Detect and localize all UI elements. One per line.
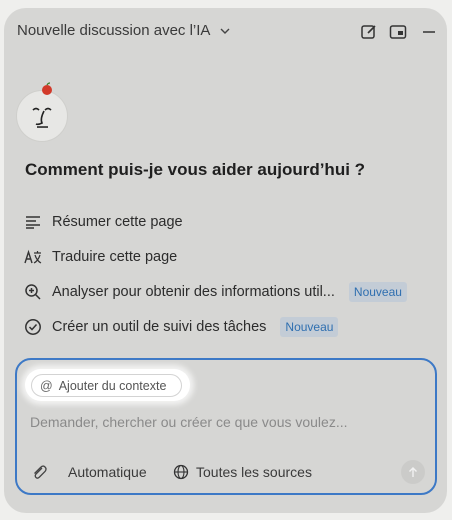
action-label: Traduire cette page [52, 248, 178, 265]
summary-lines-icon [24, 213, 42, 231]
action-label: Analyser pour obtenir des informations u… [52, 283, 335, 300]
ai-avatar [16, 82, 68, 142]
at-icon: @ [40, 378, 53, 393]
arrow-up-icon [409, 467, 417, 477]
new-badge: Nouveau [280, 316, 339, 337]
chat-title: Nouvelle discussion avec l’IA [17, 22, 211, 39]
action-create-tracker[interactable]: Créer un outil de suivi des tâches Nouve… [24, 309, 434, 344]
add-context-highlight: @ Ajouter du contexte [25, 369, 190, 401]
mode-selector[interactable]: Automatique [68, 464, 147, 480]
header: Nouvelle discussion avec l’IA [4, 8, 447, 56]
ai-face-icon [32, 107, 52, 128]
avatar [16, 90, 68, 142]
chat-title-dropdown[interactable]: Nouvelle discussion avec l’IA [17, 22, 232, 39]
action-summarize[interactable]: Résumer cette page [24, 204, 434, 239]
sources-selector[interactable]: Toutes les sources [173, 464, 312, 480]
composer-toolbar: Automatique Toutes les sources [17, 460, 435, 486]
apple-icon [40, 82, 54, 96]
page-title: Comment puis-je vous aider aujourd’hui ? [25, 160, 366, 179]
check-circle-icon [24, 318, 42, 336]
picture-in-picture-icon[interactable] [389, 23, 407, 41]
action-analyze[interactable]: Analyser pour obtenir des informations u… [24, 274, 434, 309]
chevron-down-icon [218, 24, 232, 38]
edit-icon[interactable] [360, 23, 378, 41]
action-translate[interactable]: Traduire cette page [24, 239, 434, 274]
chat-composer[interactable]: @ Ajouter du contexte Demander, chercher… [15, 358, 437, 495]
sources-label: Toutes les sources [196, 464, 312, 480]
add-context-label: Ajouter du contexte [58, 378, 167, 393]
paperclip-icon[interactable] [31, 464, 47, 480]
mode-label: Automatique [68, 464, 147, 480]
globe-icon [173, 464, 189, 480]
add-context-button[interactable]: @ Ajouter du contexte [31, 374, 182, 397]
action-label: Créer un outil de suivi des tâches [52, 318, 267, 335]
send-button[interactable] [401, 460, 425, 484]
action-label: Résumer cette page [52, 213, 183, 230]
minimize-icon[interactable] [420, 23, 438, 41]
chat-input[interactable]: Demander, chercher ou créer ce que vous … [30, 414, 348, 430]
ai-chat-panel: Nouvelle discussion avec l’IA Comment pu… [4, 8, 447, 513]
suggested-actions: Résumer cette page Traduire cette page A… [24, 204, 434, 344]
new-badge: Nouveau [348, 281, 407, 302]
zoom-in-icon [24, 283, 42, 301]
translate-icon [24, 248, 42, 266]
